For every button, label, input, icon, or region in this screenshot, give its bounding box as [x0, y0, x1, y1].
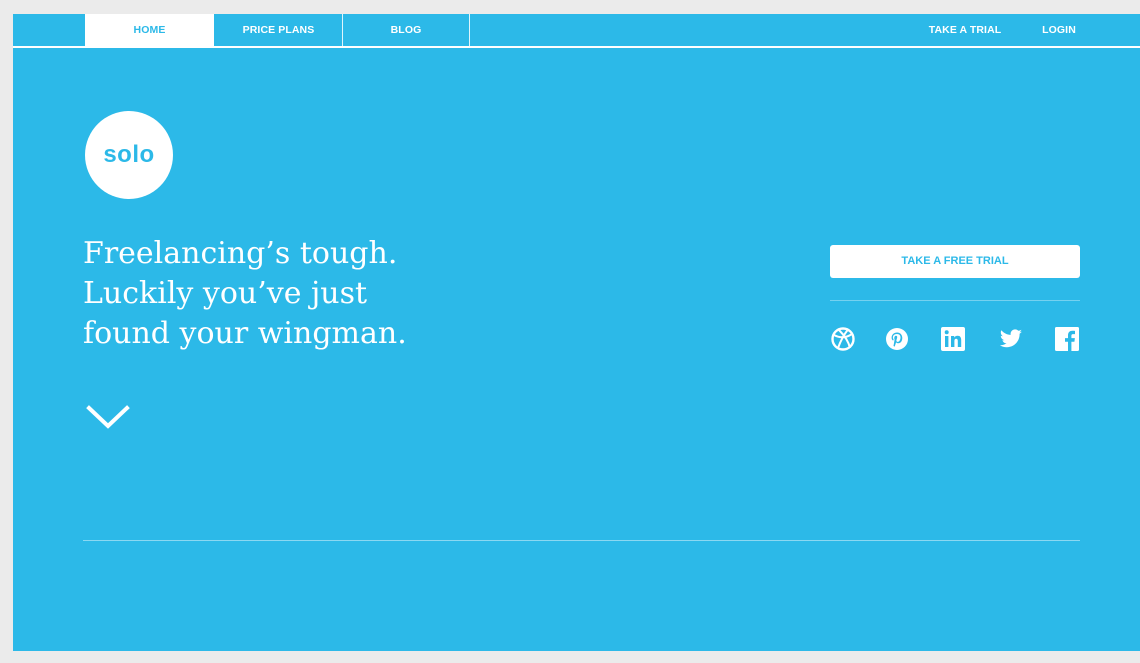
solo-logo[interactable]: solo [85, 111, 173, 199]
top-nav: HOME PRICE PLANS BLOG TAKE A TRIAL LOGIN [13, 14, 1140, 48]
headline-line: Freelancing’s tough. [83, 236, 398, 271]
social-links [830, 326, 1080, 354]
chevron-down-icon[interactable] [85, 402, 131, 432]
headline-line: Luckily you’ve just [83, 276, 368, 311]
nav-login[interactable]: LOGIN [1031, 14, 1087, 46]
pinterest-icon[interactable] [884, 326, 910, 352]
facebook-icon[interactable] [1054, 326, 1080, 352]
nav-home[interactable]: HOME [85, 14, 214, 46]
nav-blog[interactable]: BLOG [343, 14, 469, 46]
nav-price-plans[interactable]: PRICE PLANS [214, 14, 343, 46]
hero-section: HOME PRICE PLANS BLOG TAKE A TRIAL LOGIN… [13, 14, 1140, 651]
linkedin-icon[interactable] [940, 326, 966, 352]
take-free-trial-button[interactable]: TAKE A FREE TRIAL [830, 245, 1080, 278]
divider [830, 300, 1080, 301]
headline-line: found your wingman. [83, 316, 407, 351]
logo-text: solo [103, 141, 155, 168]
section-divider [83, 540, 1080, 541]
nav-divider [469, 14, 470, 46]
twitter-icon[interactable] [998, 326, 1024, 352]
hero-headline: Freelancing’s tough. Luckily you’ve just… [83, 234, 583, 354]
nav-take-a-trial[interactable]: TAKE A TRIAL [913, 14, 1017, 46]
dribbble-icon[interactable] [830, 326, 856, 352]
